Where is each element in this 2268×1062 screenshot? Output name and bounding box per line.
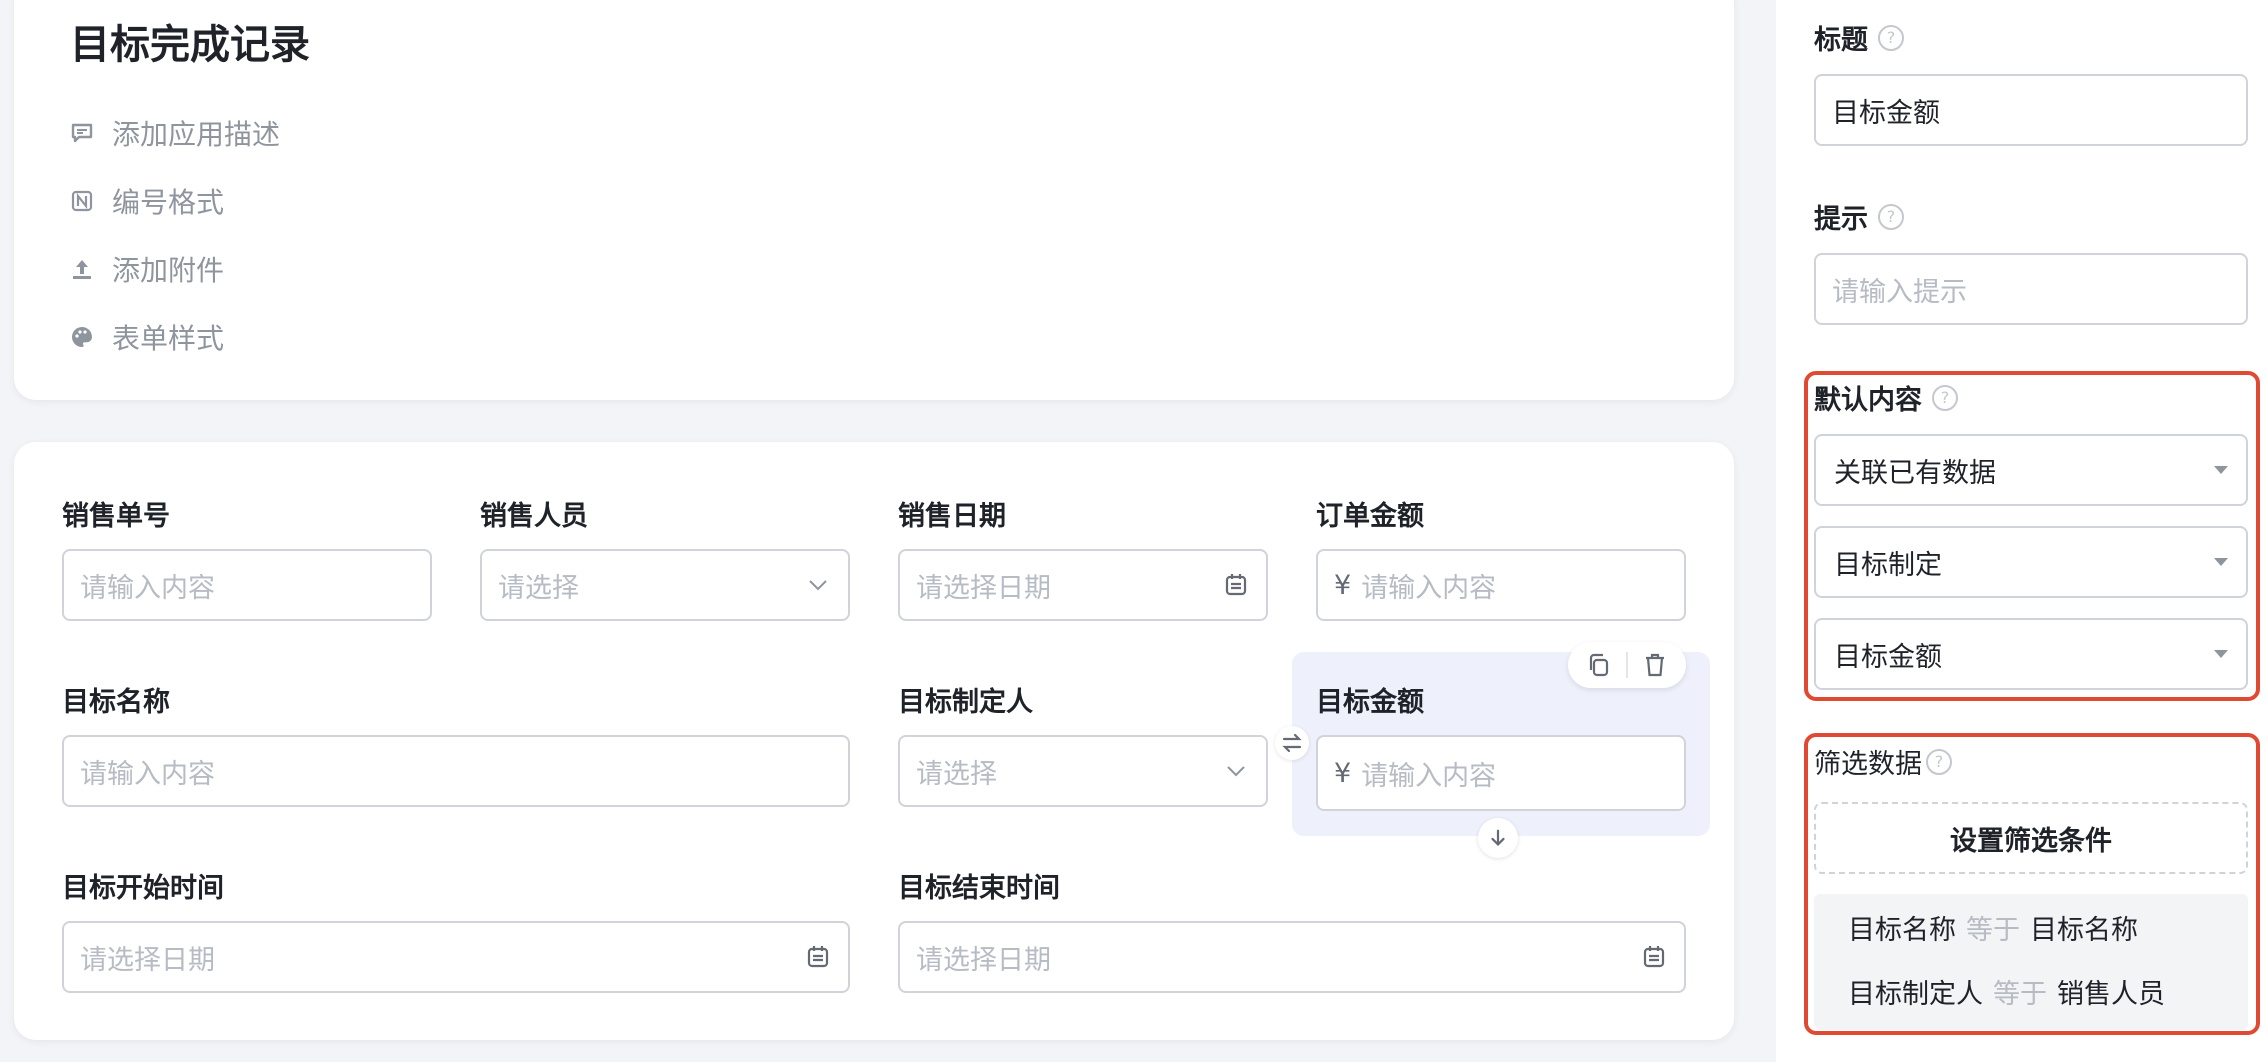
chevron-down-icon xyxy=(804,571,832,599)
calendar-icon xyxy=(1640,943,1668,971)
field-label-order-amount: 订单金额 xyxy=(1316,501,1424,532)
help-icon[interactable]: ? xyxy=(1878,24,1904,51)
target-start-placeholder: 请选择日期 xyxy=(80,944,215,976)
field-label-target-setter: 目标制定人 xyxy=(898,687,1033,718)
default-form-select[interactable]: 目标制定 xyxy=(1814,526,2248,598)
currency-prefix: ¥ xyxy=(1334,757,1352,789)
form-style-label: 表单样式 xyxy=(112,322,225,355)
field-toolbar xyxy=(1568,642,1686,688)
target-end-date-picker[interactable]: 请选择日期 xyxy=(898,921,1686,993)
target-amount-placeholder: 请输入内容 xyxy=(1361,760,1497,792)
condition-operator: 等于 xyxy=(1993,979,2047,1010)
field-label-salesperson: 销售人员 xyxy=(480,501,588,532)
condition-field: 目标制定人 xyxy=(1848,979,1983,1010)
hint-input-placeholder: 请输入提示 xyxy=(1832,276,1967,308)
upload-icon xyxy=(70,257,94,281)
sales-no-placeholder: 请输入内容 xyxy=(80,572,215,604)
caret-down-icon xyxy=(2214,558,2228,566)
hint-prop-label: 提示 ? xyxy=(1814,197,1904,236)
target-end-placeholder: 请选择日期 xyxy=(916,944,1051,976)
help-icon[interactable]: ? xyxy=(1926,748,1952,775)
title-prop-label: 标题 ? xyxy=(1814,18,1904,57)
toolbar-divider xyxy=(1626,652,1628,678)
filter-prop-text: 筛选数据 xyxy=(1814,749,1922,780)
default-form-value: 目标制定 xyxy=(1834,549,1942,581)
default-prop-label: 默认内容 ? xyxy=(1814,378,1958,417)
hint-input[interactable]: 请输入提示 xyxy=(1814,253,2248,325)
filter-condition-row[interactable]: 目标制定人 等于 销售人员 xyxy=(1848,972,2165,1011)
swap-icon[interactable] xyxy=(1275,726,1309,760)
add-description-item[interactable]: 添加应用描述 xyxy=(70,113,280,153)
calendar-icon xyxy=(804,943,832,971)
caret-down-icon xyxy=(2214,650,2228,658)
sales-no-input[interactable]: 请输入内容 xyxy=(62,549,432,621)
default-field-select[interactable]: 目标金额 xyxy=(1814,618,2248,690)
help-icon[interactable]: ? xyxy=(1878,203,1904,230)
target-setter-select[interactable]: 请选择 xyxy=(898,735,1268,807)
add-attachment-label: 添加附件 xyxy=(112,254,225,287)
target-amount-input[interactable]: ¥ 请输入内容 xyxy=(1316,735,1686,811)
help-icon[interactable]: ? xyxy=(1932,384,1958,411)
target-setter-placeholder: 请选择 xyxy=(916,758,997,790)
target-name-input[interactable]: 请输入内容 xyxy=(62,735,850,807)
copy-icon[interactable] xyxy=(1584,650,1614,680)
title-prop-text: 标题 xyxy=(1814,25,1868,56)
title-input-value: 目标金额 xyxy=(1832,97,1940,129)
add-attachment-item[interactable]: 添加附件 xyxy=(70,249,224,289)
salesperson-placeholder: 请选择 xyxy=(498,572,579,604)
default-mode-value: 关联已有数据 xyxy=(1834,457,1996,489)
filter-condition-row[interactable]: 目标名称 等于 目标名称 xyxy=(1848,908,2138,947)
salesperson-select[interactable]: 请选择 xyxy=(480,549,850,621)
app-header-card: 目标完成记录 添加应用描述 编号格式 添加附件 表单样式 xyxy=(14,0,1734,400)
order-amount-placeholder: 请输入内容 xyxy=(1361,572,1497,604)
field-label-sales-no: 销售单号 xyxy=(62,501,170,532)
caret-down-icon xyxy=(2214,466,2228,474)
calendar-icon xyxy=(1222,571,1250,599)
numbering-icon xyxy=(70,189,94,213)
app-title[interactable]: 目标完成记录 xyxy=(70,12,310,70)
numbering-format-item[interactable]: 编号格式 xyxy=(70,181,224,221)
sales-date-picker[interactable]: 请选择日期 xyxy=(898,549,1268,621)
condition-value: 目标名称 xyxy=(2030,915,2138,946)
target-start-date-picker[interactable]: 请选择日期 xyxy=(62,921,850,993)
condition-field: 目标名称 xyxy=(1848,915,1956,946)
add-description-label: 添加应用描述 xyxy=(112,118,281,151)
default-field-value: 目标金额 xyxy=(1834,641,1942,673)
chevron-down-icon xyxy=(1222,757,1250,785)
currency-prefix: ¥ xyxy=(1334,569,1352,601)
title-input[interactable]: 目标金额 xyxy=(1814,74,2248,146)
condition-operator: 等于 xyxy=(1966,915,2020,946)
target-name-placeholder: 请输入内容 xyxy=(80,758,215,790)
field-label-target-amount: 目标金额 xyxy=(1316,687,1424,718)
form-style-item[interactable]: 表单样式 xyxy=(70,317,224,357)
default-prop-text: 默认内容 xyxy=(1814,385,1922,416)
numbering-format-label: 编号格式 xyxy=(112,186,225,219)
palette-icon xyxy=(70,325,94,349)
comment-icon xyxy=(70,121,94,145)
condition-value: 销售人员 xyxy=(2057,979,2165,1010)
trash-icon[interactable] xyxy=(1640,650,1670,680)
set-filter-button[interactable]: 设置筛选条件 xyxy=(1814,802,2248,874)
field-label-sales-date: 销售日期 xyxy=(898,501,1006,532)
filter-prop-label: 筛选数据 ? xyxy=(1814,742,1952,781)
sales-date-placeholder: 请选择日期 xyxy=(916,572,1051,604)
hint-prop-text: 提示 xyxy=(1814,204,1868,235)
field-label-target-start: 目标开始时间 xyxy=(62,873,224,904)
field-label-target-name: 目标名称 xyxy=(62,687,170,718)
default-mode-select[interactable]: 关联已有数据 xyxy=(1814,434,2248,506)
order-amount-input[interactable]: ¥ 请输入内容 xyxy=(1316,549,1686,621)
field-label-target-end: 目标结束时间 xyxy=(898,873,1060,904)
arrow-down-icon[interactable] xyxy=(1478,818,1518,858)
